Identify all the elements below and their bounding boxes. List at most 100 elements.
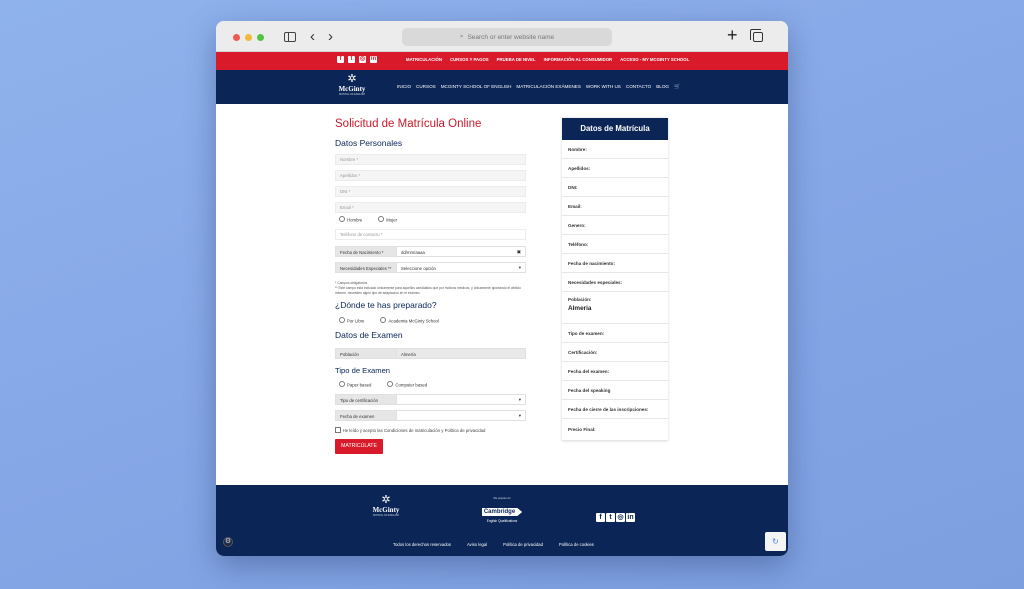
summary-row-certificacion: Certificación: [562, 343, 668, 362]
zoom-window-button[interactable] [257, 34, 264, 41]
gender-radios: Hombre Mujer [339, 216, 397, 223]
name-field[interactable]: Nombre * [335, 154, 526, 165]
footer-privacidad[interactable]: Política de privacidad [503, 542, 543, 547]
tab-overview-icon[interactable] [750, 29, 763, 42]
exam-type-heading: Tipo de Examen [335, 366, 391, 375]
gender-female-radio[interactable]: Mujer [378, 216, 397, 223]
summary-row-precio: Precio Final: [562, 419, 668, 441]
footer-social-links: f t ◎ in [596, 513, 635, 522]
toplink-prueba-nivel[interactable]: PRUEBA DE NIVEL [497, 57, 536, 62]
phone-field[interactable]: Teléfono de contacto * [335, 229, 526, 240]
certification-label: Tipo de certificación [335, 394, 397, 405]
submit-button[interactable]: MATRICÚLATE [335, 439, 383, 454]
nav-blog[interactable]: BLOG [656, 84, 669, 90]
chevron-down-icon: ▾ [518, 265, 521, 270]
summary-label: Necesidades especiales: [568, 279, 623, 285]
special-needs-label: Necesidades Especiales ** [335, 262, 397, 273]
exam-date-select[interactable]: ▾ [397, 410, 526, 421]
nav-inicio[interactable]: INICIO [397, 84, 411, 90]
special-needs-value: Seleccione opción [401, 266, 436, 271]
nav-contacto[interactable]: CONTACTO [626, 84, 651, 90]
exam-heading: Datos de Examen [335, 330, 403, 340]
accessibility-icon[interactable]: ⚙ [223, 537, 233, 547]
exam-computer-radio[interactable]: Computer based [387, 381, 427, 388]
nav-cursos[interactable]: CURSOS [416, 84, 436, 90]
close-window-button[interactable] [233, 34, 240, 41]
gender-male-radio[interactable]: Hombre [339, 216, 362, 223]
instagram-icon[interactable]: ◎ [359, 56, 366, 63]
forward-icon[interactable]: › [328, 28, 333, 45]
linkedin-icon[interactable]: in [370, 56, 377, 63]
new-tab-icon[interactable]: + [727, 25, 738, 46]
summary-title: Datos de Matrícula [562, 118, 668, 140]
city-value[interactable]: Almería [397, 348, 526, 359]
cambridge-sub: English Qualifications [486, 519, 518, 523]
summary-label: DNI: [568, 184, 578, 190]
calendar-icon[interactable]: ▣ [517, 249, 521, 255]
prepared-academia-radio[interactable]: Academia McGinty School [380, 317, 438, 324]
exam-date-label: Fecha de examen [335, 410, 397, 421]
instagram-icon[interactable]: ◎ [616, 513, 625, 522]
footer: ✲ McGinty SCHOOL OF ENGLISH We prepare f… [216, 485, 788, 556]
site-logo[interactable]: ✲ McGinty SCHOOL OF ENGLISH [334, 73, 370, 102]
special-needs-select[interactable]: Seleccione opción ▾ [397, 262, 526, 273]
linkedin-icon[interactable]: in [626, 513, 635, 522]
footer-logo-name: McGinty [372, 506, 400, 514]
special-needs-note: ** Este campo está indicado únicamente p… [335, 286, 521, 295]
twitter-icon[interactable]: t [348, 56, 355, 63]
summary-label: Fecha de cierre de las inscripciones: [568, 406, 649, 412]
birth-date-value: dd/mm/aaaa [401, 250, 425, 255]
summary-row-dni: DNI: [562, 178, 668, 197]
summary-value: Almeria [568, 305, 592, 312]
exam-paper-radio[interactable]: Paper based [339, 381, 371, 388]
dni-field[interactable]: DNI * [335, 186, 526, 197]
summary-label: Precio Final: [568, 427, 596, 432]
city-row: Población Almería [335, 348, 526, 359]
footer-aviso-legal[interactable]: Aviso legal [467, 542, 487, 547]
summary-row-cierre: Fecha de cierre de las inscripciones: [562, 400, 668, 419]
footer-logo[interactable]: ✲ McGinty SCHOOL OF ENGLISH [366, 494, 406, 517]
summary-label: Certificación: [568, 349, 598, 355]
summary-label: Fecha del examen: [568, 368, 610, 374]
recaptcha-icon[interactable]: ↻ [765, 532, 786, 551]
certification-select[interactable]: ▾ [397, 394, 526, 405]
deer-logo-icon: ✲ [347, 73, 357, 85]
facebook-icon[interactable]: f [596, 513, 605, 522]
summary-row-nacimiento: Fecha de nacimiento: [562, 254, 668, 273]
summary-label: Teléfono: [568, 241, 589, 247]
sidebar-toggle-icon[interactable] [284, 32, 296, 42]
surname-field[interactable]: Apellidos * [335, 170, 526, 181]
summary-label: Nombre: [568, 146, 587, 152]
address-bar[interactable]: ⌕ Search or enter website name [402, 28, 612, 46]
toplink-cursos-pagos[interactable]: CURSOS Y PAGOS [450, 57, 489, 62]
cambridge-pre: We prepare for [493, 497, 511, 500]
email-field[interactable]: Email * [335, 202, 526, 213]
minimize-window-button[interactable] [245, 34, 252, 41]
nav-links: INICIO CURSOS MCGINTY SCHOOL OF ENGLISH … [397, 84, 680, 90]
toplink-info-consumidor[interactable]: INFORMACIÓN AL CONSUMIDOR [544, 57, 613, 62]
back-icon[interactable]: ‹ [310, 28, 315, 45]
summary-label: Email: [568, 203, 582, 209]
special-needs-row: Necesidades Especiales ** Seleccione opc… [335, 262, 526, 273]
logo-name: McGinty [338, 85, 366, 93]
facebook-icon[interactable]: f [337, 56, 344, 63]
footer-cookies[interactable]: Política de cookies [559, 542, 594, 547]
summary-row-apellidos: Apellidos: [562, 159, 668, 178]
terms-checkbox[interactable]: He leído y acepto las Condiciones de mat… [335, 427, 486, 433]
summary-panel: Datos de Matrícula Nombre: Apellidos: DN… [562, 118, 668, 441]
twitter-icon[interactable]: t [606, 513, 615, 522]
summary-row-necesidades: Necesidades especiales: [562, 273, 668, 292]
nav-work-with-us[interactable]: WORK WITH US [586, 84, 621, 90]
nav-mcginty[interactable]: MCGINTY SCHOOL OF ENGLISH [441, 84, 512, 90]
browser-toolbar: ‹ › ⌕ Search or enter website name + [216, 21, 788, 52]
footer-logo-tagline: SCHOOL OF ENGLISH [372, 514, 400, 517]
top-social-links: f t ◎ in [337, 56, 377, 63]
toplink-acceso[interactable]: ACCESO - MY MCGINTY SCHOOL [620, 57, 689, 62]
birth-date-input[interactable]: dd/mm/aaaa ▣ [397, 246, 526, 257]
page-content: Solicitud de Matrícula Online Datos Pers… [216, 104, 788, 485]
prepared-libre-radio[interactable]: Por Libre [339, 317, 364, 324]
deer-logo-icon: ✲ [381, 494, 391, 506]
toplink-matriculacion[interactable]: MATRICULACIÓN [406, 57, 442, 62]
cart-icon[interactable]: 🛒 [674, 84, 680, 90]
nav-matriculacion-examenes[interactable]: MATRICULACIÓN EXÁMENES [516, 84, 581, 90]
